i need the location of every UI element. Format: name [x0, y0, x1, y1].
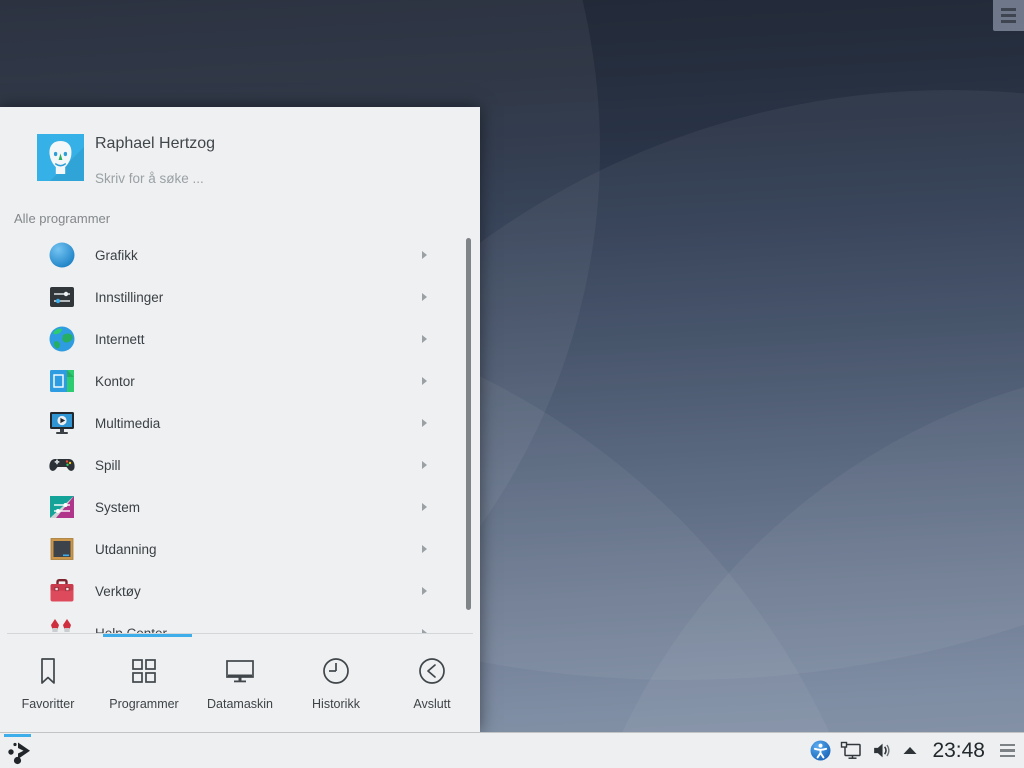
category-kontor[interactable]: Kontor [0, 360, 480, 402]
office-category-icon [47, 366, 77, 396]
submenu-arrow-icon [422, 335, 427, 343]
history-clock-icon [317, 652, 355, 690]
education-category-icon [47, 534, 77, 564]
category-list: Grafikk Innstillinger [0, 234, 480, 633]
category-grafikk[interactable]: Grafikk [0, 234, 480, 276]
scrollbar[interactable] [466, 238, 471, 610]
active-tab-indicator [103, 634, 192, 637]
leave-icon [413, 652, 451, 690]
category-internett[interactable]: Internett [0, 318, 480, 360]
graphics-category-icon [47, 240, 77, 270]
taskbar-panel: 23:48 [0, 732, 1024, 768]
active-launcher-indicator [4, 734, 31, 737]
tab-historikk[interactable]: Historikk [288, 640, 384, 732]
hamburger-icon [1001, 8, 1016, 11]
submenu-arrow-icon [422, 587, 427, 595]
tab-programmer[interactable]: Programmer [96, 640, 192, 732]
category-system[interactable]: System [0, 486, 480, 528]
submenu-arrow-icon [422, 545, 427, 553]
desktop-toolbox-button[interactable] [993, 0, 1024, 31]
app-grid-icon [125, 652, 163, 690]
expand-tray-icon[interactable] [901, 742, 919, 760]
settings-category-icon [47, 282, 77, 312]
overflow-menu-icon[interactable] [1000, 744, 1015, 757]
games-category-icon [47, 450, 77, 480]
tab-avslutt[interactable]: Avslutt [384, 640, 480, 732]
accessibility-icon[interactable] [810, 740, 831, 761]
digital-clock[interactable]: 23:48 [932, 739, 985, 763]
submenu-arrow-icon [422, 251, 427, 259]
submenu-arrow-icon [422, 461, 427, 469]
computer-icon [221, 652, 259, 690]
display-settings-icon[interactable] [840, 740, 862, 761]
kde-launcher-icon [4, 736, 34, 766]
multimedia-category-icon [47, 408, 77, 438]
submenu-arrow-icon [422, 293, 427, 301]
volume-icon[interactable] [871, 740, 892, 761]
category-spill[interactable]: Spill [0, 444, 480, 486]
category-utdanning[interactable]: Utdanning [0, 528, 480, 570]
tab-datamaskin[interactable]: Datamaskin [192, 640, 288, 732]
kickoff-launcher-menu: Raphael Hertzog Alle programmer Grafikk [0, 107, 480, 732]
submenu-arrow-icon [422, 503, 427, 511]
kickoff-tab-bar: Favoritter Programmer Datamaskin [0, 640, 480, 732]
system-tray: 23:48 [810, 739, 1024, 763]
tools-category-icon [47, 576, 77, 606]
bookmark-icon [29, 652, 67, 690]
submenu-arrow-icon [422, 419, 427, 427]
application-launcher-button[interactable] [0, 733, 38, 768]
system-category-icon [47, 492, 77, 522]
breadcrumb-all-programs: Alle programmer [14, 211, 110, 226]
category-multimedia[interactable]: Multimedia [0, 402, 480, 444]
user-name: Raphael Hertzog [95, 135, 215, 153]
desktop: Raphael Hertzog Alle programmer Grafikk [0, 0, 1024, 768]
wallpaper-arc [560, 360, 1024, 768]
internet-category-icon [47, 324, 77, 354]
category-innstillinger[interactable]: Innstillinger [0, 276, 480, 318]
submenu-arrow-icon [422, 377, 427, 385]
user-avatar[interactable] [37, 134, 84, 181]
search-input[interactable] [95, 171, 425, 186]
category-verktoy[interactable]: Verktøy [0, 570, 480, 612]
help-category-icon [47, 618, 77, 633]
category-help-center[interactable]: Help Center [0, 612, 480, 633]
divider [7, 633, 473, 634]
tab-favoritter[interactable]: Favoritter [0, 640, 96, 732]
